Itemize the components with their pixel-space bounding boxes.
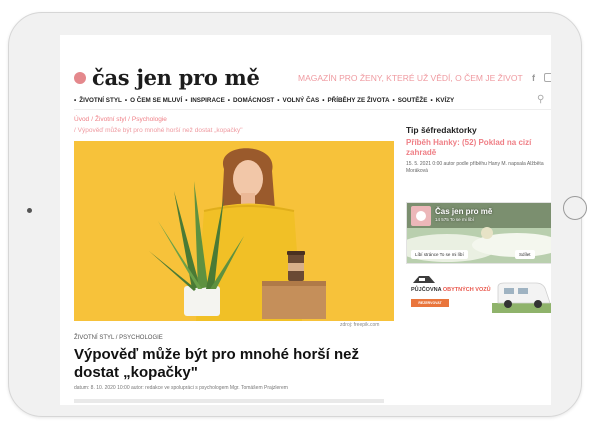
- breadcrumb-current-text: Výpověď může být pro mnohé horší než dos…: [77, 127, 243, 134]
- facebook-share-button[interactable]: Sdílet: [515, 250, 535, 259]
- facebook-page-logo: [411, 206, 431, 226]
- camper-logo-icon: [413, 276, 435, 283]
- search-icon[interactable]: ⚲: [537, 94, 544, 105]
- breadcrumb-current: / Výpověď může být pro mnohé horší než d…: [74, 127, 243, 134]
- header-divider: [74, 109, 551, 110]
- nav-item-zivotni-styl[interactable]: ŽIVOTNÍ STYL: [74, 97, 122, 104]
- breadcrumb: Úvod / Životní styl / Psychologie: [74, 116, 167, 123]
- nav-item-inspirace[interactable]: INSPIRACE: [182, 97, 224, 104]
- facebook-page-name[interactable]: Čas jen pro mě: [435, 207, 492, 216]
- site-logo[interactable]: čas jen pro mě: [74, 65, 260, 90]
- nav-item-pribehy[interactable]: PŘÍBĚHY ZE ŽIVOTA: [319, 97, 389, 104]
- facebook-page-logo-heart: [416, 211, 426, 221]
- tip-heading: Tip šéfredaktorky: [406, 125, 477, 135]
- hero-image: [74, 141, 394, 321]
- photo-credit: zdroj: freepik.com: [340, 322, 380, 328]
- nav-item-souteze[interactable]: SOUTĚŽE: [390, 97, 428, 104]
- breadcrumb-separator: /: [91, 116, 93, 123]
- logo-heart-icon: [74, 71, 86, 84]
- facebook-page-likes: 14 575 To se mi líbí: [435, 217, 474, 222]
- site-tagline: MAGAZÍN PRO ŽENY, KTERÉ UŽ VĚDÍ, O ČEM J…: [298, 73, 523, 83]
- tip-meta: 15. 5. 2021 0:00 autor podle příběhu Han…: [406, 161, 544, 174]
- facebook-page-widget[interactable]: Čas jen pro mě 14 575 To se mi líbí Líbí…: [406, 202, 551, 264]
- article-meta: datum: 8. 10. 2020 10:00 autor: redakce …: [74, 385, 288, 391]
- nav-item-volny-cas[interactable]: VOLNÝ ČAS: [274, 97, 320, 104]
- breadcrumb-home[interactable]: Úvod: [74, 116, 89, 123]
- camper-van-image: [492, 282, 551, 313]
- breadcrumb-separator: /: [128, 116, 130, 123]
- main-nav: ŽIVOTNÍ STYL O ČEM SE MLUVÍ INSPIRACE DO…: [74, 97, 454, 104]
- instagram-icon[interactable]: [544, 73, 551, 82]
- browser-screen: čas jen pro mě MAGAZÍN PRO ŽENY, KTERÉ U…: [60, 35, 551, 405]
- ad-reserve-button[interactable]: REZERVOVAT: [411, 299, 449, 307]
- breadcrumb-section[interactable]: Životní styl: [95, 116, 126, 123]
- home-button[interactable]: [563, 196, 587, 220]
- article-text-fade: [74, 399, 384, 403]
- nav-item-domacnost[interactable]: DOMÁCNOST: [225, 97, 274, 104]
- ad-headline-highlight: OBYTNÝCH VOZŮ: [442, 287, 491, 293]
- camper-rental-ad[interactable]: PŮJČOVNA OBYTNÝCH VOZŮ REZERVOVAT: [406, 269, 551, 319]
- hero-illustration: [74, 141, 394, 321]
- ad-headline-prefix: PŮJČOVNA: [411, 287, 442, 293]
- tip-article-link[interactable]: Příběh Hanky: (52) Poklad na cizí zahrad…: [406, 138, 546, 158]
- sidebar-tip: Tip šéfredaktorky Příběh Hanky: (52) Pok…: [406, 121, 546, 175]
- nav-item-o-cem-se-mluvi[interactable]: O ČEM SE MLUVÍ: [122, 97, 182, 104]
- breadcrumb-subsection[interactable]: Psychologie: [132, 116, 167, 123]
- camera-dot: [27, 208, 32, 213]
- logo-text: čas jen pro mě: [92, 65, 260, 90]
- facebook-icon[interactable]: f: [532, 73, 535, 83]
- nav-item-kvizy[interactable]: KVÍZY: [427, 97, 455, 104]
- article-category[interactable]: ŽIVOTNÍ STYL / PSYCHOLOGIE: [74, 335, 163, 341]
- ad-headline: PŮJČOVNA OBYTNÝCH VOZŮ: [411, 287, 491, 293]
- article-title: Výpověď může být pro mnohé horší než dos…: [74, 346, 359, 381]
- facebook-like-button[interactable]: Líbí stránce To se mi líbí: [411, 250, 468, 259]
